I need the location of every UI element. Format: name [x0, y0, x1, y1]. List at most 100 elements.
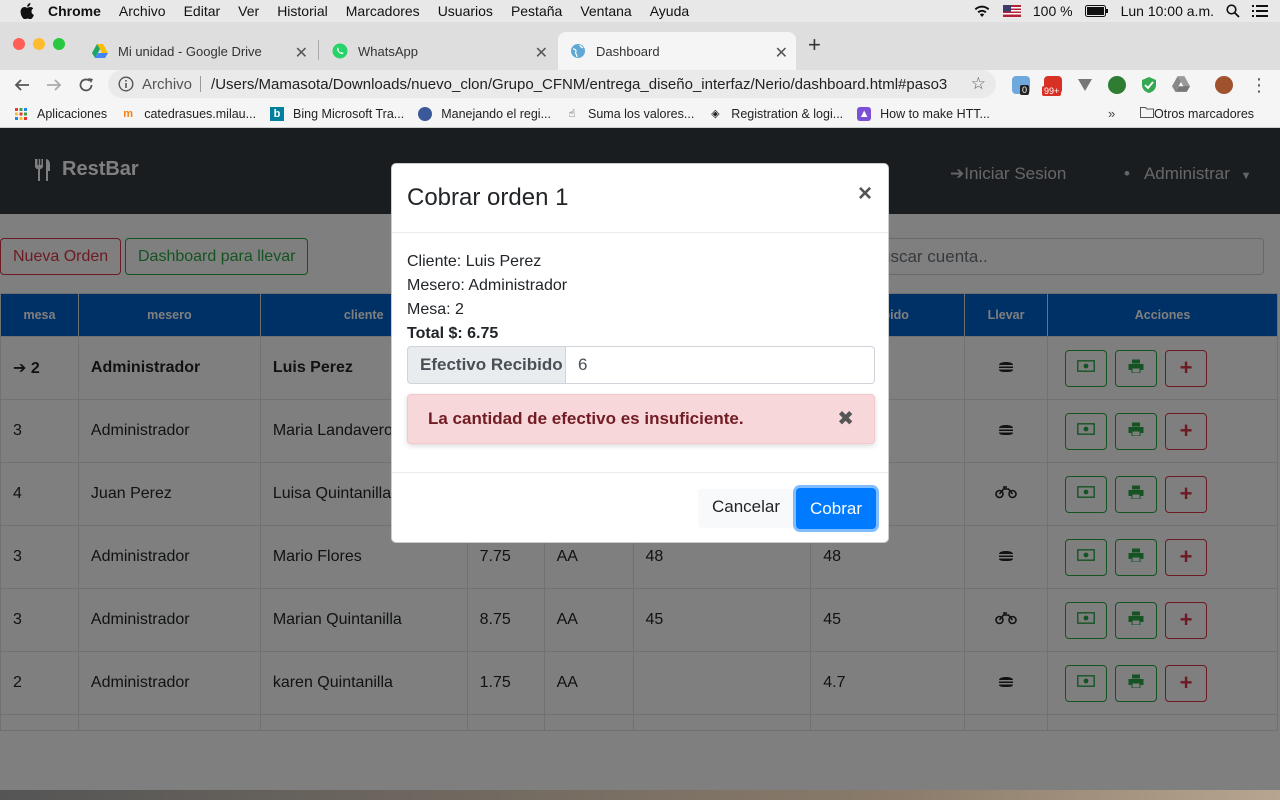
- whatsapp-icon: [332, 43, 348, 59]
- modal-body: Cliente: Luis Perez Mesero: Administrado…: [407, 250, 875, 444]
- tab-title: Mi unidad - Google Drive: [118, 43, 262, 59]
- menu-marcadores[interactable]: Marcadores: [346, 3, 420, 19]
- tab-title: Dashboard: [596, 43, 660, 59]
- google-drive-icon[interactable]: [1172, 76, 1190, 94]
- info-icon[interactable]: [118, 76, 134, 92]
- spotlight-search-icon[interactable]: [1226, 4, 1240, 18]
- close-icon[interactable]: ×: [858, 182, 872, 206]
- rocket-icon: ▲: [857, 106, 872, 121]
- bookmark-label: How to make HTT...: [880, 106, 990, 121]
- close-alert-icon[interactable]: ✖: [837, 406, 854, 431]
- bookmark-registration[interactable]: ◈ Registration & logi...: [708, 107, 843, 121]
- menu-historial[interactable]: Historial: [277, 3, 328, 19]
- bookmark-label: Manejando el regi...: [441, 106, 551, 121]
- tab-title: WhatsApp: [358, 43, 418, 59]
- back-icon[interactable]: [12, 75, 32, 95]
- table-text: Mesa: 2: [407, 301, 464, 318]
- close-window-button[interactable]: [13, 38, 25, 50]
- us-flag-icon[interactable]: [1002, 5, 1021, 17]
- globe-icon: [570, 43, 586, 59]
- menu-chrome[interactable]: Chrome: [48, 3, 101, 19]
- client-text: Cliente: Luis Perez: [407, 253, 542, 270]
- total-text: Total $: 6.75: [407, 325, 499, 342]
- modal-footer: Cancelar Cobrar: [392, 472, 888, 543]
- minimize-window-button[interactable]: [33, 38, 45, 50]
- bookmark-star-icon[interactable]: ☆: [971, 74, 986, 94]
- new-tab-button[interactable]: +: [808, 34, 821, 56]
- cash-input[interactable]: [566, 346, 875, 384]
- url-text[interactable]: /Users/Mamasota/Downloads/nuevo_clon/Gru…: [211, 76, 947, 93]
- modal-title: Cobrar orden 1: [407, 184, 569, 211]
- tab-strip: Mi unidad - Google Drive ✕ WhatsApp ✕ Da…: [0, 22, 1280, 70]
- extension-badge: 0: [1020, 85, 1030, 95]
- apps-grid-icon: [14, 107, 28, 121]
- bookmark-manejando[interactable]: Manejando el regi...: [418, 106, 551, 121]
- avatar[interactable]: [1215, 76, 1233, 94]
- extension-icon[interactable]: 99+: [1042, 76, 1062, 96]
- menu-ventana[interactable]: Ventana: [580, 3, 631, 19]
- notification-center-icon[interactable]: [1252, 5, 1268, 17]
- macos-menu-bar: Chrome Archivo Editar Ver Historial Marc…: [0, 0, 1280, 22]
- menu-ver[interactable]: Ver: [238, 3, 259, 19]
- url-scheme-label: Archivo: [142, 75, 193, 93]
- bookmark-label: catedrasues.milau...: [144, 106, 257, 121]
- tab-whatsapp[interactable]: WhatsApp ✕: [320, 32, 556, 70]
- menu-ayuda[interactable]: Ayuda: [650, 3, 689, 19]
- bookmark-label: Otros marcadores: [1154, 106, 1255, 121]
- cash-input-group: Efectivo Recibido: [407, 346, 875, 384]
- cobrar-button[interactable]: Cobrar: [796, 488, 876, 529]
- clock[interactable]: Lun 10:00 a.m.: [1121, 3, 1214, 19]
- menu-archivo[interactable]: Archivo: [119, 3, 166, 19]
- tab-dashboard[interactable]: Dashboard ✕: [558, 32, 796, 70]
- forward-icon[interactable]: [44, 75, 64, 95]
- extension-icon[interactable]: [1076, 76, 1094, 94]
- menu-pestana[interactable]: Pestaña: [511, 3, 562, 19]
- bookmark-catedrasues[interactable]: m catedrasues.milau...: [121, 107, 256, 121]
- tab-separator: [318, 40, 319, 60]
- address-bar[interactable]: Archivo /Users/Mamasota/Downloads/nuevo_…: [108, 70, 996, 98]
- google-drive-icon: [92, 43, 108, 59]
- tab-google-drive[interactable]: Mi unidad - Google Drive ✕: [80, 32, 316, 70]
- payment-modal: Cobrar orden 1 × Cliente: Luis Perez Mes…: [391, 163, 889, 543]
- alert-text: La cantidad de efectivo es insuficiente.: [428, 409, 744, 428]
- close-tab-icon[interactable]: ✕: [535, 43, 548, 63]
- bookmark-label: Aplicaciones: [37, 106, 108, 121]
- shield-icon[interactable]: [1140, 76, 1158, 94]
- menu-usuarios[interactable]: Usuarios: [438, 3, 493, 19]
- maximize-window-button[interactable]: [53, 38, 65, 50]
- moodle-icon: m: [123, 107, 134, 120]
- chevron-right-icon[interactable]: »: [1108, 106, 1115, 121]
- waiter-text: Mesero: Administrador: [407, 277, 568, 294]
- bing-icon: b: [270, 106, 285, 121]
- bookmark-label: Registration & logi...: [731, 106, 844, 121]
- apple-icon[interactable]: [20, 3, 34, 19]
- chrome-menu-icon[interactable]: ⋮: [1250, 76, 1268, 94]
- battery-icon[interactable]: [1084, 5, 1109, 17]
- bookmark-apps[interactable]: Aplicaciones: [14, 107, 107, 121]
- bookmark-suma[interactable]: ☝ Suma los valores...: [565, 106, 695, 121]
- modal-header: Cobrar orden 1 ×: [392, 164, 888, 233]
- bookmark-how-to[interactable]: ▲ How to make HTT...: [857, 106, 990, 121]
- extension-icon[interactable]: [1108, 76, 1126, 94]
- bookmark-label: Bing Microsoft Tra...: [293, 106, 405, 121]
- bookmark-label: Suma los valores...: [588, 106, 695, 121]
- menu-editar[interactable]: Editar: [184, 3, 221, 19]
- desktop-background: [0, 790, 1280, 800]
- user-avatar-icon: [418, 106, 433, 121]
- close-tab-icon[interactable]: ✕: [775, 43, 788, 63]
- bookmarks-bar: Aplicaciones m catedrasues.milau... b Bi…: [0, 100, 1280, 128]
- cash-label: Efectivo Recibido: [407, 346, 566, 384]
- bookmark-other[interactable]: Otros marcadores: [1140, 106, 1254, 121]
- folder-icon: [1140, 106, 1154, 121]
- bookmark-bing[interactable]: b Bing Microsoft Tra...: [270, 106, 405, 121]
- cancel-button[interactable]: Cancelar: [698, 489, 795, 528]
- battery-percent: 100 %: [1032, 3, 1073, 19]
- reload-icon[interactable]: [76, 75, 96, 95]
- divider: [200, 76, 202, 92]
- wifi-icon[interactable]: [973, 4, 991, 18]
- extension-icon[interactable]: 0: [1012, 76, 1030, 95]
- hand-icon: ☝: [568, 108, 576, 120]
- insufficient-cash-alert: La cantidad de efectivo es insuficiente.…: [407, 394, 875, 444]
- codepen-icon: ◈: [711, 108, 720, 120]
- close-tab-icon[interactable]: ✕: [295, 43, 308, 63]
